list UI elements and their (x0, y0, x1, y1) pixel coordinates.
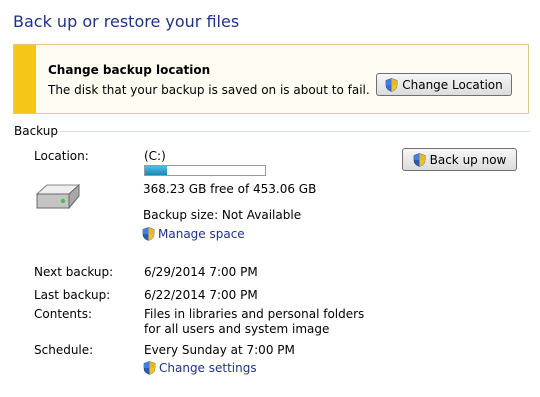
schedule-label: Schedule: (34, 343, 94, 357)
last-backup-label: Last backup: (34, 288, 111, 302)
page-title: Back up or restore your files (13, 12, 240, 31)
disk-usage-bar (144, 165, 266, 176)
contents-label: Contents: (34, 307, 93, 321)
change-location-button[interactable]: Change Location (376, 73, 512, 96)
manage-space-label: Manage space (158, 227, 245, 241)
backup-size-text: Backup size: Not Available (143, 208, 302, 222)
manage-space-link[interactable]: Manage space (142, 227, 245, 241)
section-divider (60, 131, 530, 132)
change-location-label: Change Location (402, 77, 503, 92)
next-backup-value: 6/29/2014 7:00 PM (144, 265, 258, 279)
next-backup-label: Next backup: (34, 265, 114, 279)
change-settings-label: Change settings (159, 361, 257, 375)
warning-banner: Change backup location The disk that you… (13, 44, 529, 114)
location-label: Location: (34, 149, 89, 163)
change-settings-link[interactable]: Change settings (143, 361, 257, 375)
warning-message: The disk that your backup is saved on is… (48, 83, 370, 97)
uac-shield-icon (143, 361, 156, 375)
warning-heading: Change backup location (48, 63, 211, 77)
hard-drive-icon (35, 183, 81, 210)
uac-shield-icon (385, 77, 398, 92)
disk-usage-fill (145, 166, 168, 175)
uac-shield-icon (413, 152, 425, 167)
backup-section-label: Backup (14, 124, 58, 138)
drive-name: (C:) (144, 149, 166, 163)
schedule-value: Every Sunday at 7:00 PM (144, 343, 295, 357)
last-backup-value: 6/22/2014 7:00 PM (144, 288, 258, 302)
back-up-now-button[interactable]: Back up now (402, 148, 517, 171)
free-space-text: 368.23 GB free of 453.06 GB (143, 182, 317, 196)
back-up-now-label: Back up now (429, 152, 507, 167)
uac-shield-icon (142, 227, 155, 241)
warning-stripe (14, 45, 36, 113)
contents-value: Files in libraries and personal folders … (144, 307, 365, 336)
